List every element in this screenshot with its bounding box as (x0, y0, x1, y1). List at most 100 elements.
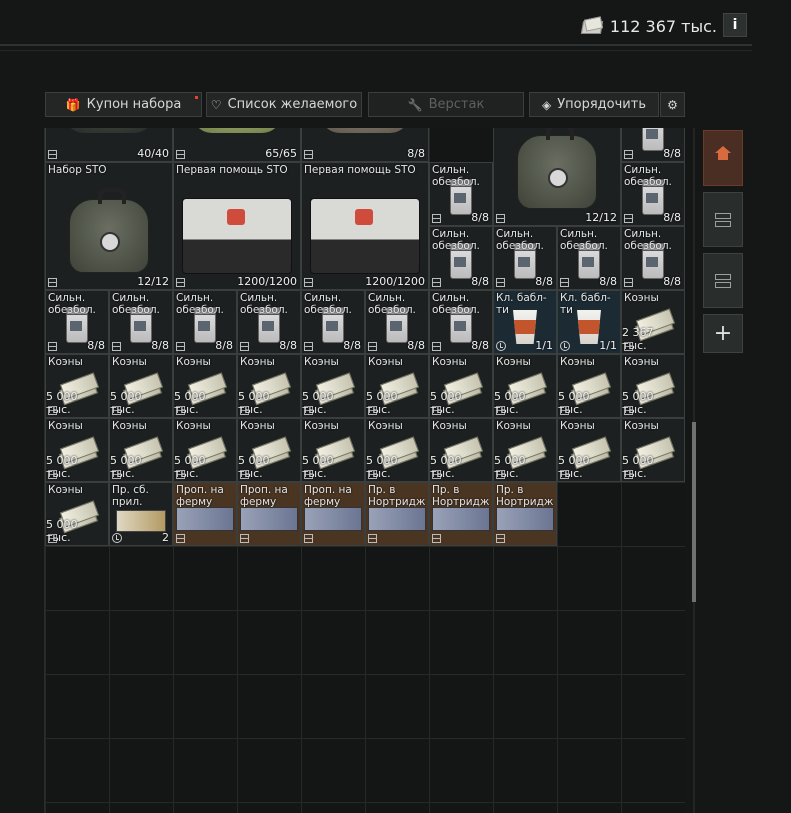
inventory-item[interactable]: Сильн. обезбол. 8/8 (429, 290, 493, 354)
inventory-item[interactable]: Коэны 5 000 тыс. (45, 482, 109, 546)
inventory-item[interactable]: Коэны 5 000 тыс. (365, 418, 429, 482)
inventory-item[interactable]: Коэны 5 000 тыс. (557, 354, 621, 418)
package-icon (304, 342, 313, 351)
item-count: 8/8 (663, 211, 681, 224)
card-image (496, 506, 554, 531)
add-tab-button[interactable]: + (703, 314, 743, 353)
kit-image (182, 198, 292, 275)
inventory-item[interactable]: Сильн. обезбол. 8/8 (237, 290, 301, 354)
item-name: Пр. в Нортридж (432, 484, 490, 508)
item-count: 40/40 (137, 147, 169, 160)
inventory-item[interactable]: Первая помощь STO 1200/1200 (301, 162, 429, 290)
bag-image (517, 128, 597, 210)
package-icon (624, 214, 633, 223)
inventory-item[interactable]: Сильн. обезбол. 8/8 (557, 226, 621, 290)
inventory-item[interactable]: Коэны 5 000 тыс. (109, 354, 173, 418)
inventory-item[interactable]: Сильн. обезбол. 8/8 (45, 290, 109, 354)
card-image (432, 506, 490, 531)
inventory-item[interactable]: Кл. бабл- ти 1/1 (557, 290, 621, 354)
inventory-item[interactable]: Сильн. обезбол. 8/8 (493, 226, 557, 290)
package-icon (432, 342, 441, 351)
inventory-item[interactable]: Коэны 5 000 тыс. (365, 354, 429, 418)
item-count: 5 000 тыс. (366, 454, 398, 480)
inventory-item[interactable]: Пр. в Нортридж (493, 482, 557, 546)
inventory-item[interactable]: Сильн. обезбол. 8/8 (109, 290, 173, 354)
item-name: Коэны (368, 420, 403, 432)
item-count: 5 000 тыс. (430, 390, 462, 416)
inventory-item[interactable]: Сильн. обезбол. 8/8 (621, 226, 685, 290)
inventory-item[interactable]: Коэны 5 000 тыс. (621, 418, 685, 482)
inventory-item[interactable]: 40/40 (45, 128, 173, 162)
inventory-item[interactable]: Сильн. обезбол. 8/8 (301, 290, 365, 354)
inventory-item[interactable]: Коэны 5 000 тыс. (493, 354, 557, 418)
inventory-item[interactable]: Коэны 5 000 тыс. (301, 418, 365, 482)
inventory-item[interactable]: Пр. в Нортридж (365, 482, 429, 546)
inventory-item[interactable]: 65/65 (173, 128, 301, 162)
scrollbar-thumb[interactable] (692, 422, 696, 602)
inventory-item[interactable]: Проп. на ферму (237, 482, 301, 546)
inventory-item[interactable]: Проп. на ферму (173, 482, 237, 546)
inventory-item[interactable]: Коэны 5 000 тыс. (301, 354, 365, 418)
inventory-item[interactable]: Проп. на ферму (301, 482, 365, 546)
kit-image (310, 198, 420, 275)
inventory-item[interactable]: 8/8 (301, 128, 429, 162)
side-tab-storage-1[interactable] (703, 192, 743, 247)
inventory-item[interactable]: Коэны 5 000 тыс. (429, 354, 493, 418)
inventory-item[interactable]: Коэны 5 000 тыс. (493, 418, 557, 482)
package-icon (176, 534, 185, 543)
kit-coupon-button[interactable]: 🎁 Купон набора (45, 92, 202, 117)
inventory-item[interactable]: Сильн. обезбол. 8/8 (173, 290, 237, 354)
clock-icon (496, 341, 506, 351)
inventory-item[interactable]: Коэны 5 000 тыс. (557, 418, 621, 482)
sort-settings-button[interactable]: ⚙ (660, 92, 685, 117)
wishlist-button[interactable]: ♡ Список желаемого (206, 92, 362, 117)
item-name: Коэны (112, 420, 147, 432)
item-name: Коэны (48, 484, 83, 496)
inventory-item[interactable]: Коэны 5 000 тыс. (109, 418, 173, 482)
side-tab-home[interactable] (703, 130, 743, 186)
inventory-item[interactable]: 8/8 (621, 128, 685, 162)
pills-image (642, 128, 664, 151)
item-count: 5 000 тыс. (46, 518, 78, 544)
item-name: Коэны (496, 356, 531, 368)
item-name: Коэны (560, 356, 595, 368)
package-icon (304, 534, 313, 543)
workbench-button[interactable]: 🔧 Верстак (368, 92, 524, 117)
package-icon (432, 278, 441, 287)
item-count: 5 000 тыс. (558, 390, 590, 416)
inventory-item[interactable]: Сильн. обезбол. 8/8 (429, 162, 493, 226)
item-count: 8/8 (87, 339, 105, 352)
inventory-item[interactable]: Коэны 5 000 тыс. (173, 418, 237, 482)
inventory-item[interactable]: Кл. бабл- ти 1/1 (493, 290, 557, 354)
storage-icon (715, 212, 731, 227)
sort-button[interactable]: ◈ Упорядочить (529, 92, 659, 117)
inventory-item[interactable]: Коэны 2 367 тыс. (621, 290, 685, 354)
inventory-item[interactable]: Первая помощь STO 1200/1200 (173, 162, 301, 290)
item-count: 12/12 (137, 275, 169, 288)
package-icon (112, 342, 121, 351)
item-image (64, 128, 154, 133)
item-count: 8/8 (151, 339, 169, 352)
inventory-item[interactable]: Коэны 5 000 тыс. (173, 354, 237, 418)
inventory-item[interactable]: Коэны 5 000 тыс. (45, 418, 109, 482)
inventory-item[interactable]: Сильн. обезбол. 8/8 (365, 290, 429, 354)
inventory-item[interactable]: Сильн. обезбол. 8/8 (621, 162, 685, 226)
inventory-item[interactable]: Коэны 5 000 тыс. (429, 418, 493, 482)
item-name: Коэны (560, 420, 595, 432)
info-button[interactable]: i (723, 13, 747, 37)
inventory-item[interactable]: Коэны 5 000 тыс. (237, 418, 301, 482)
clock-icon (560, 341, 570, 351)
inventory-item[interactable]: Коэны 5 000 тыс. (237, 354, 301, 418)
inventory-item[interactable]: 12/12 (493, 128, 621, 226)
inventory-item[interactable]: Коэны 5 000 тыс. (45, 354, 109, 418)
inventory-item[interactable]: Пр. сб. прил. 2 (109, 482, 173, 546)
inventory-item[interactable]: Пр. в Нортридж (429, 482, 493, 546)
side-tab-storage-2[interactable] (703, 253, 743, 308)
inventory-item[interactable]: Сильн. обезбол. 8/8 (429, 226, 493, 290)
inventory-item[interactable]: Набор STO 12/12 (45, 162, 173, 290)
item-count: 8/8 (407, 147, 425, 160)
item-name: Коэны (48, 420, 83, 432)
item-name: Пр. в Нортридж (496, 484, 554, 508)
item-name: Первая помощь STO (176, 164, 288, 176)
inventory-item[interactable]: Коэны 5 000 тыс. (621, 354, 685, 418)
